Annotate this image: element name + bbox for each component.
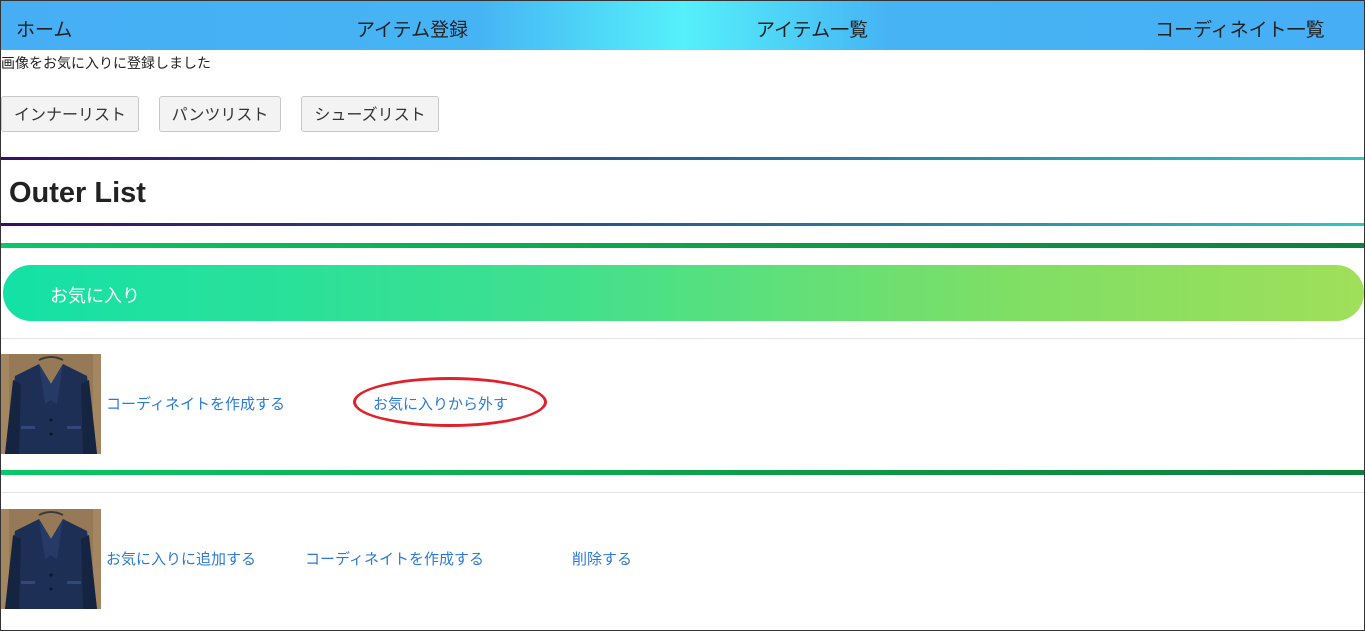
nav-item-list-link[interactable]: アイテム一覧 (756, 15, 868, 42)
jacket-photo-icon (1, 509, 101, 609)
add-favorite-link[interactable]: お気に入りに追加する (106, 548, 256, 569)
favorites-bottom-divider (1, 470, 1364, 475)
favorites-row-separator (1, 338, 1364, 339)
favorite-create-coordinate-link[interactable]: コーディネイトを作成する (106, 393, 285, 414)
flash-message: 画像をお気に入りに登録しました (1, 56, 211, 72)
favorites-banner: お気に入り (3, 265, 1364, 321)
pants-list-button[interactable]: パンツリスト (159, 96, 281, 132)
favorites-heading: お気に入り (50, 286, 140, 307)
item-image[interactable] (1, 509, 101, 609)
inner-list-button[interactable]: インナーリスト (1, 96, 139, 132)
annotation-circle (353, 377, 547, 427)
title-bottom-divider (1, 223, 1364, 226)
items-row-separator (1, 492, 1364, 493)
delete-item-link[interactable]: 削除する (572, 548, 632, 569)
nav-home-link[interactable]: ホーム (16, 15, 72, 42)
favorites-top-divider (1, 243, 1364, 248)
create-coordinate-link[interactable]: コーディネイトを作成する (305, 548, 484, 569)
title-top-divider (1, 157, 1364, 160)
jacket-photo-icon (1, 354, 101, 454)
shoes-list-button[interactable]: シューズリスト (301, 96, 439, 132)
favorite-item-image[interactable] (1, 354, 101, 454)
page-title: Outer List (9, 177, 146, 209)
nav-item-register-link[interactable]: アイテム登録 (356, 15, 468, 42)
nav-coordinate-list-link[interactable]: コーディネイト一覧 (1155, 15, 1325, 42)
top-navbar: ホーム アイテム登録 アイテム一覧 コーディネイト一覧 (1, 1, 1364, 50)
